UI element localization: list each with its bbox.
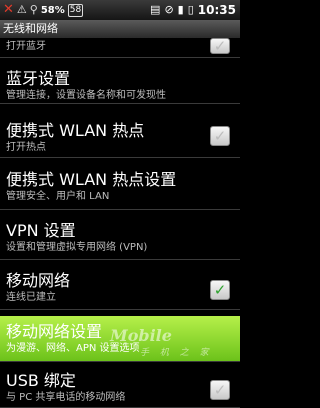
signal-icon: ▮: [177, 3, 184, 16]
list-item-wlan-hotspot[interactable]: 便携式 WLAN 热点 打开热点 ✓: [0, 114, 240, 158]
status-bar: ✕ ⚠ ⚲ 58% 58 ▤ ⊘ ▮ ▯ 10:35: [0, 0, 240, 20]
no-signal-icon: ⊘: [164, 3, 174, 16]
watermark-logo: Mobile: [110, 326, 172, 345]
list-item-subtitle: 连线已建立: [6, 292, 56, 303]
list-item-title: USB 绑定: [6, 371, 76, 390]
list-item-title: 便携式 WLAN 热点: [6, 121, 145, 140]
list-item-subtitle: 管理安全、用户和 LAN: [6, 191, 110, 202]
watermark: Mobile 手 机 之 家: [110, 326, 238, 360]
bluetooth-checkbox[interactable]: ✓: [210, 37, 230, 55]
list-item-title: 便携式 WLAN 热点设置: [6, 170, 177, 189]
mobile-network-checkbox[interactable]: ✓: [210, 280, 230, 300]
list-item-vpn-settings[interactable]: VPN 设置 设置和管理虚拟专用网络 (VPN): [0, 216, 240, 260]
battery-icon: ▯: [187, 3, 194, 16]
list-item-bluetooth[interactable]: 打开蓝牙 ✓: [0, 37, 240, 58]
list-item-title: VPN 设置: [6, 221, 76, 240]
list-item-wlan-hotspot-settings[interactable]: 便携式 WLAN 热点设置 管理安全、用户和 LAN: [0, 164, 240, 210]
list-item-subtitle: 设置和管理虚拟专用网络 (VPN): [6, 242, 148, 253]
x-icon: ✕: [3, 2, 14, 17]
sd-icon: ▤: [150, 3, 161, 16]
list-item-title: 移动网络: [6, 271, 71, 290]
list-item-usb-tethering[interactable]: USB 绑定 与 PC 共享电话的移动网络 ✓: [0, 366, 240, 408]
battery-badge: 58: [67, 3, 84, 17]
list-item-title: 蓝牙设置: [6, 69, 71, 88]
list-item-subtitle: 与 PC 共享电话的移动网络: [6, 392, 126, 403]
watermark-subtitle: 手 机 之 家: [140, 348, 213, 358]
list-item-subtitle: 打开热点: [6, 142, 46, 153]
battery-percent: 58%: [40, 4, 65, 16]
usb-icon: ⚲: [29, 3, 38, 16]
warning-icon: ⚠: [16, 3, 27, 16]
wlan-hotspot-checkbox[interactable]: ✓: [210, 126, 230, 146]
list-item-subtitle: 打开蓝牙: [6, 41, 46, 52]
list-item-bluetooth-settings[interactable]: 蓝牙设置 管理连接，设置设备名称和可发现性: [0, 62, 240, 104]
usb-tethering-checkbox[interactable]: ✓: [210, 380, 230, 400]
page-title: 无线和网络: [0, 20, 240, 38]
list-item-mobile-network[interactable]: 移动网络 连线已建立 ✓: [0, 266, 240, 310]
clock: 10:35: [197, 3, 236, 17]
list-item-subtitle: 管理连接，设置设备名称和可发现性: [6, 90, 166, 101]
